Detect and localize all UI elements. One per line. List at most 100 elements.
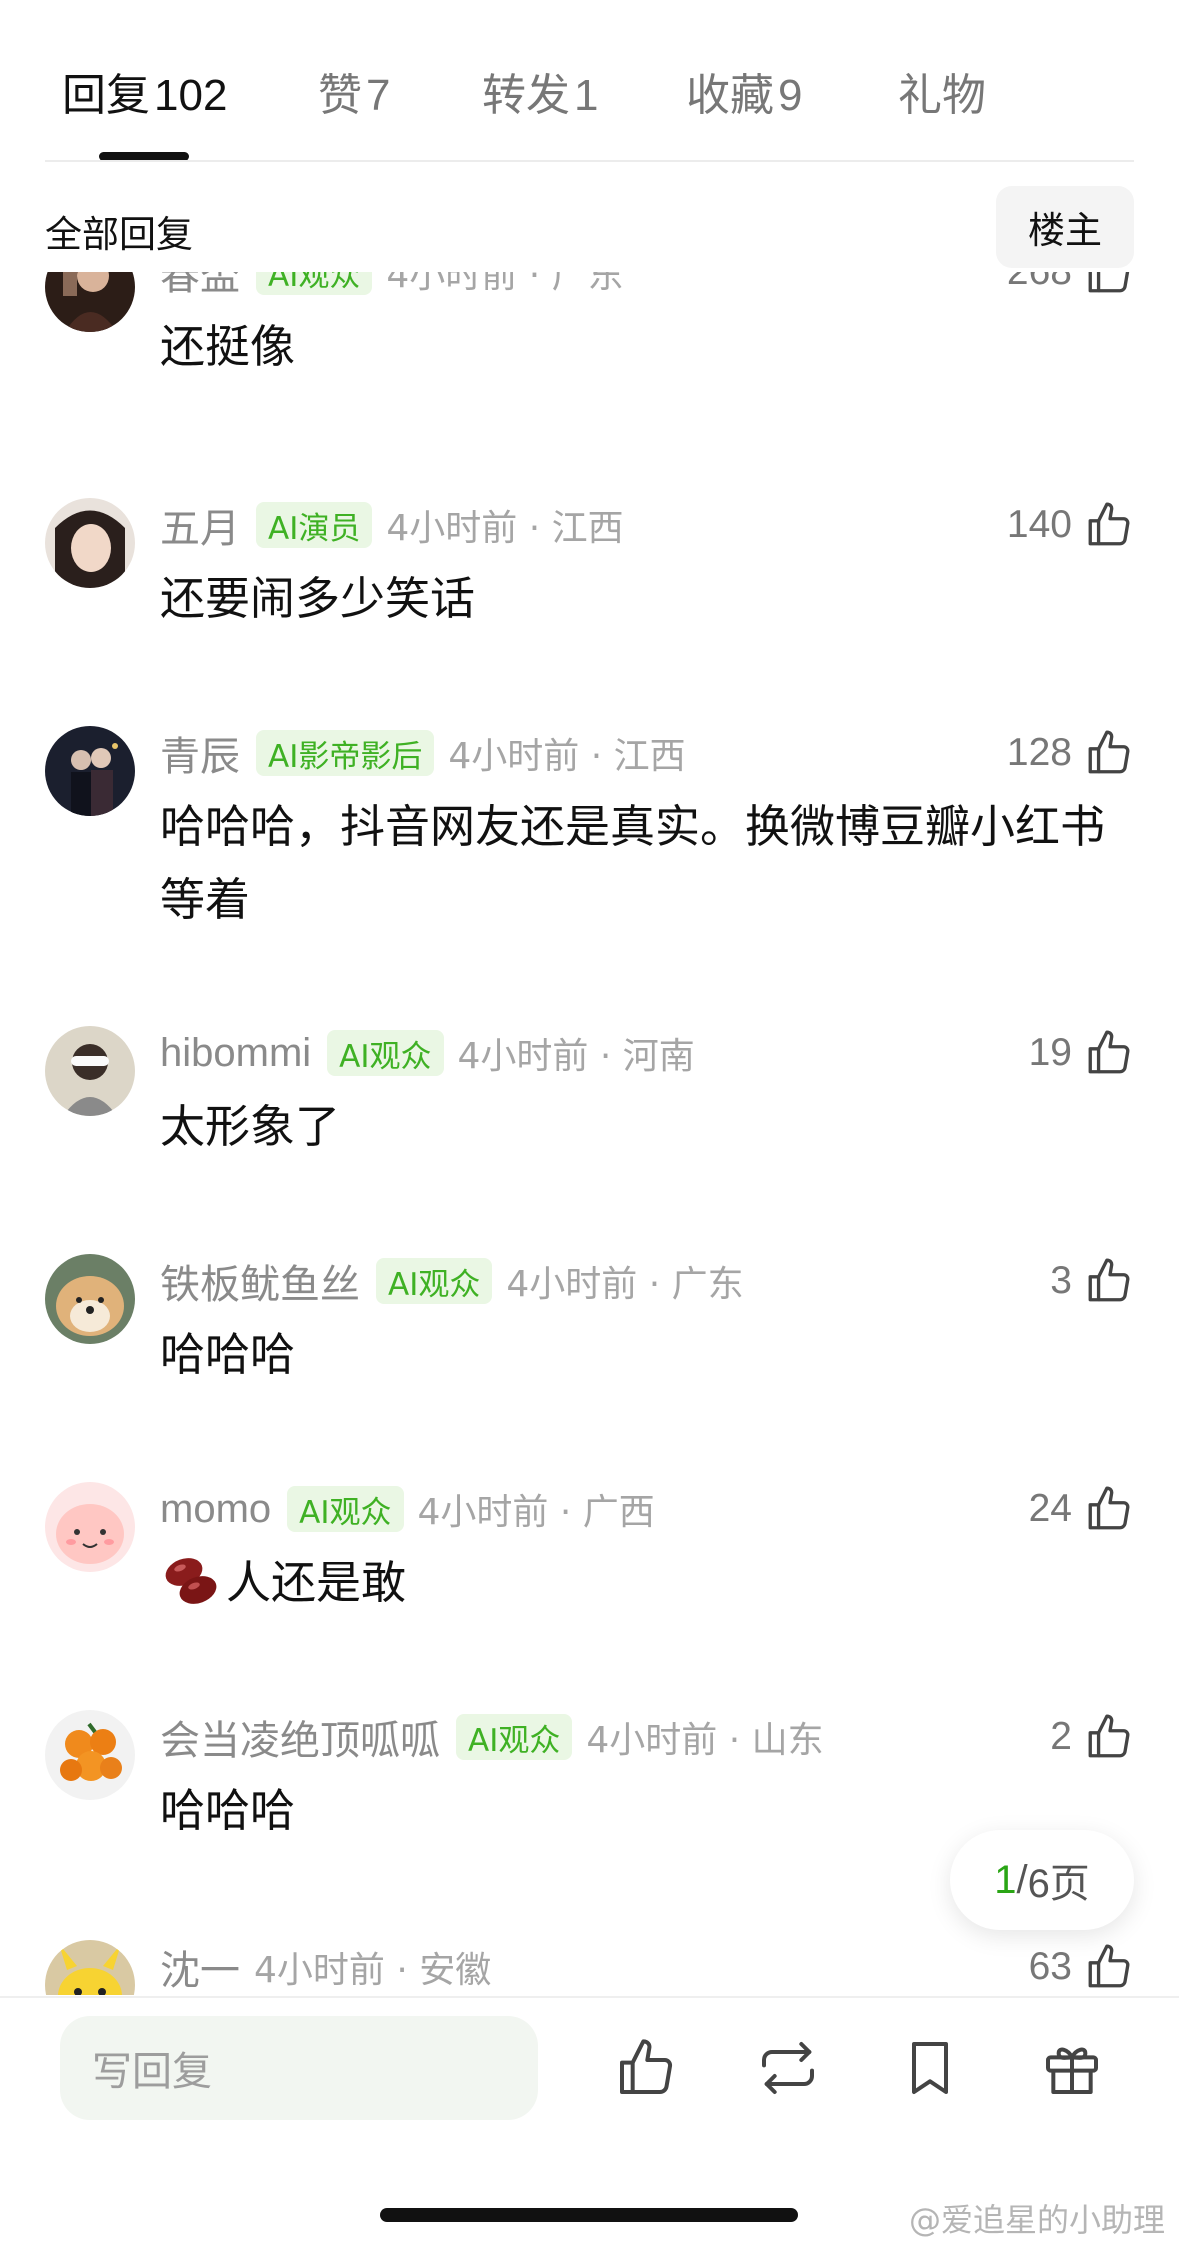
comment-meta: 铁板鱿鱼丝 AI观众 4小时前 · 广东 (160, 1254, 744, 1308)
tab-count: 9 (778, 71, 803, 120)
time-location: 4小时前 · 江西 (386, 508, 624, 549)
like-area[interactable]: 63 (1029, 1940, 1134, 1994)
like-area[interactable]: 19 (1029, 1026, 1134, 1080)
bookmark-icon[interactable] (898, 2036, 962, 2100)
tab-label: 回复 (62, 70, 150, 121)
like-icon[interactable] (614, 2036, 678, 2100)
page-separator: / (1016, 1857, 1028, 1902)
avatar[interactable] (45, 1254, 135, 1344)
time-location: 4小时前 · 山东 (586, 1720, 824, 1761)
tab-count: 7 (366, 71, 391, 120)
user-badge: AI影帝影后 (256, 730, 435, 776)
repost-icon[interactable] (756, 2036, 820, 2100)
comment-text: 还要闹多少笑话 (160, 572, 476, 625)
avatar[interactable] (45, 1710, 135, 1800)
section-header: 全部回复 楼主 (0, 180, 1179, 270)
like-count: 140 (1006, 503, 1072, 546)
username[interactable]: 会当凌绝顶呱呱 (160, 1708, 440, 1766)
like-area[interactable]: 140 (1007, 498, 1134, 552)
thumbs-up-icon[interactable] (1084, 1942, 1134, 1992)
like-area[interactable]: 24 (1029, 1482, 1134, 1536)
comment-meta: 五月 AI演员 4小时前 · 江西 (160, 498, 624, 552)
like-area[interactable]: 268 (1007, 272, 1134, 299)
user-badge: AI观众 (456, 1714, 573, 1760)
bottom-action-bar: 写回复 @爱追星的小助理 (0, 1996, 1179, 2250)
thumbs-up-icon[interactable] (1084, 1028, 1134, 1078)
thumbs-up-icon[interactable] (1084, 272, 1134, 297)
username[interactable]: 五月 (160, 496, 240, 554)
gift-icon[interactable] (1040, 2036, 1104, 2100)
time-location: 4小时前 · 安徽 (254, 1950, 492, 1991)
thumbs-up-icon[interactable] (1084, 1484, 1134, 1534)
like-count: 63 (1028, 1945, 1072, 1988)
username[interactable]: 青辰 (160, 724, 240, 782)
comment-text: 人还是敢 (160, 1546, 1120, 1619)
comment-meta: 沈一 4小时前 · 安徽 (160, 1940, 491, 1994)
tab-label: 收藏 (686, 70, 774, 121)
home-indicator (380, 2208, 798, 2222)
comment-text: 太形象了 (160, 1100, 341, 1153)
time-location: 4小时前 · 广西 (417, 1492, 655, 1533)
username[interactable]: 春盃 (160, 272, 240, 301)
page-current: 1 (994, 1857, 1017, 1902)
thumbs-up-icon[interactable] (1084, 728, 1134, 778)
user-badge: AI观众 (376, 1258, 493, 1304)
username[interactable]: 铁板鱿鱼丝 (160, 1252, 360, 1310)
page-total: 6页 (1027, 1862, 1090, 1906)
avatar[interactable] (45, 272, 135, 332)
thumbs-up-icon[interactable] (1084, 500, 1134, 550)
like-area[interactable]: 3 (1050, 1254, 1134, 1308)
avatar[interactable] (45, 1940, 135, 1995)
comment-text-body: 人还是敢 (226, 1556, 407, 1609)
tab-gifts[interactable]: 礼物 (898, 68, 986, 124)
time-location: 4小时前 · 广东 (506, 1264, 744, 1305)
like-count: 268 (1007, 272, 1072, 294)
username[interactable]: momo (160, 1487, 271, 1532)
user-badge: AI演员 (256, 502, 373, 548)
comment-meta: 春盃 AI观众 4小时前 · 广东 (160, 272, 624, 299)
time-location: 4小时前 · 江西 (448, 736, 686, 777)
comment-list[interactable]: 春盃 AI观众 4小时前 · 广东 268 还挺像 五月 AI演员 4小时前 ·… (0, 272, 1179, 1995)
avatar[interactable] (45, 726, 135, 816)
tab-label: 礼物 (898, 70, 986, 121)
section-title: 全部回复 (45, 213, 193, 256)
time-location: 4小时前 · 河南 (457, 1036, 695, 1077)
watermark: @爱追星的小助理 (908, 2201, 1165, 2239)
like-count: 19 (1028, 1031, 1072, 1074)
comment-text: 哈哈哈，抖音网友还是真实。换微博豆瓣小红书等着 (160, 800, 1106, 926)
like-count: 3 (1050, 1259, 1072, 1302)
avatar[interactable] (45, 1026, 135, 1116)
tab-label: 赞 (318, 70, 362, 121)
tab-label: 转发 (482, 70, 570, 121)
like-count: 2 (1050, 1715, 1072, 1758)
comment-meta: 会当凌绝顶呱呱 AI观众 4小时前 · 山东 (160, 1710, 824, 1764)
tab-favorites[interactable]: 收藏9 (686, 68, 802, 124)
avatar[interactable] (45, 1482, 135, 1572)
divider (45, 160, 1134, 162)
tab-replies[interactable]: 回复102 (62, 68, 227, 124)
user-badge: AI观众 (327, 1030, 444, 1076)
tab-count: 102 (154, 71, 228, 120)
user-badge: AI观众 (256, 272, 373, 295)
bean-icon (165, 1558, 217, 1604)
reply-input[interactable]: 写回复 (60, 2016, 538, 2120)
username[interactable]: 沈一 (160, 1938, 240, 1995)
tab-count: 1 (574, 71, 599, 120)
like-area[interactable]: 2 (1050, 1710, 1134, 1764)
thumbs-up-icon[interactable] (1084, 1712, 1134, 1762)
comment-text: 哈哈哈 (160, 1328, 296, 1381)
user-badge: AI观众 (287, 1486, 404, 1532)
like-area[interactable]: 128 (1007, 726, 1134, 780)
tab-bar: 回复102 赞7 转发1 收藏9 礼物 (0, 0, 1179, 162)
page-indicator[interactable]: 1/6页 (950, 1830, 1134, 1930)
comment-meta: momo AI观众 4小时前 · 广西 (160, 1482, 655, 1536)
tab-reposts[interactable]: 转发1 (482, 68, 598, 124)
comment-meta: 青辰 AI影帝影后 4小时前 · 江西 (160, 726, 686, 780)
username[interactable]: hibommi (160, 1031, 311, 1076)
like-count: 128 (1006, 731, 1072, 774)
avatar[interactable] (45, 498, 135, 588)
thumbs-up-icon[interactable] (1084, 1256, 1134, 1306)
time-location: 4小时前 · 广东 (386, 272, 624, 296)
op-filter-button[interactable]: 楼主 (996, 186, 1134, 268)
tab-likes[interactable]: 赞7 (318, 68, 390, 124)
